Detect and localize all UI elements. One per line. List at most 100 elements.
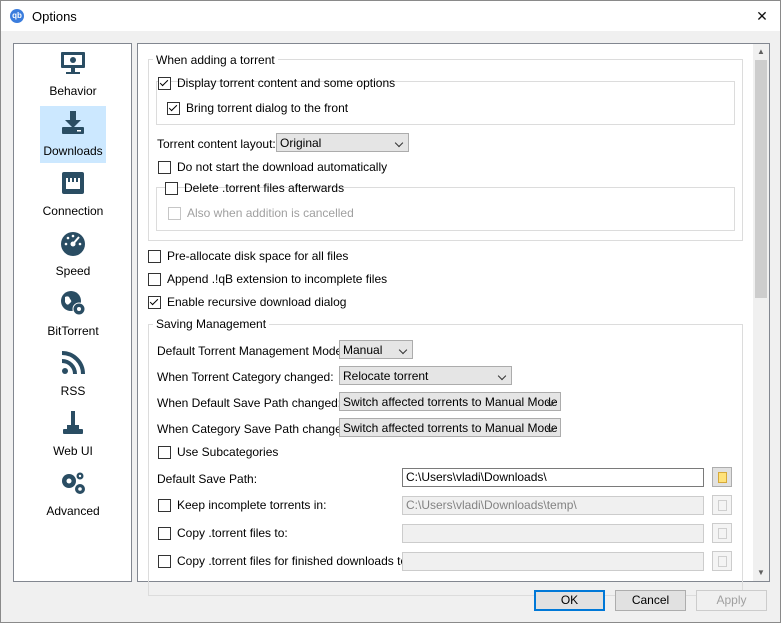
monitor-icon bbox=[61, 52, 85, 74]
group-title: When adding a torrent bbox=[153, 53, 278, 67]
close-button[interactable]: ✕ bbox=[747, 3, 777, 29]
select-value: Relocate torrent bbox=[343, 369, 429, 383]
browse-copy-finished-button bbox=[712, 551, 732, 571]
checkbox-label: Pre-allocate disk space for all files bbox=[167, 249, 349, 263]
display-content-checkbox[interactable]: Display torrent content and some options bbox=[158, 76, 395, 90]
group-title: Saving Management bbox=[153, 317, 270, 331]
browse-copy-torrent-button bbox=[712, 523, 732, 543]
sidebar-item-connection[interactable]: Connection bbox=[40, 166, 106, 223]
options-window: qb Options ✕ Behavior Downloads Connecti… bbox=[0, 0, 781, 623]
checkbox-label: Delete .torrent files afterwards bbox=[184, 181, 345, 195]
category-path-changed-select[interactable]: Switch affected torrents to Manual Mode bbox=[339, 418, 561, 437]
checkbox-box[interactable] bbox=[167, 101, 180, 115]
sidebar-item-behavior[interactable]: Behavior bbox=[40, 46, 106, 103]
sidebar-item-label: Speed bbox=[55, 264, 91, 278]
copy-torrent-checkbox[interactable]: Copy .torrent files to: bbox=[158, 526, 288, 540]
preallocate-checkbox[interactable]: Pre-allocate disk space for all files bbox=[148, 249, 348, 263]
incomplete-path-field: C:\Users\vladi\Downloads\temp\ bbox=[402, 496, 704, 515]
checkbox-label: Copy .torrent files for finished downloa… bbox=[177, 554, 411, 568]
sidebar-item-advanced[interactable]: Advanced bbox=[40, 466, 106, 523]
checkbox-label: Do not start the download automatically bbox=[177, 160, 388, 174]
checkbox-label: Append .!qB extension to incomplete file… bbox=[167, 272, 388, 286]
content-layout-select[interactable]: Original bbox=[276, 133, 409, 152]
sidebar-item-bittorrent[interactable]: BitTorrent bbox=[40, 286, 106, 343]
checkbox-box[interactable] bbox=[158, 526, 171, 540]
sidebar-item-downloads[interactable]: Downloads bbox=[40, 106, 106, 163]
qbittorrent-logo-icon: qb bbox=[10, 9, 24, 23]
chevron-down-icon bbox=[398, 345, 408, 355]
checkbox-label: Enable recursive download dialog bbox=[167, 295, 347, 309]
sidebar-item-speed[interactable]: Speed bbox=[40, 226, 106, 283]
folder-icon bbox=[718, 556, 727, 567]
checkbox-box[interactable] bbox=[148, 272, 161, 286]
keep-incomplete-checkbox[interactable]: Keep incomplete torrents in: bbox=[158, 498, 326, 512]
checkbox-label: Bring torrent dialog to the front bbox=[186, 101, 349, 115]
globe-gear-icon bbox=[61, 291, 86, 316]
sidebar-item-web-ui[interactable]: Web UI bbox=[40, 406, 106, 463]
default-save-path-field[interactable]: C:\Users\vladi\Downloads\ bbox=[402, 468, 704, 487]
category-changed-select[interactable]: Relocate torrent bbox=[339, 366, 512, 385]
recursive-download-checkbox[interactable]: Enable recursive download dialog bbox=[148, 295, 346, 309]
default-path-changed-select[interactable]: Switch affected torrents to Manual Mode bbox=[339, 392, 561, 411]
scrollbar-thumb[interactable] bbox=[755, 60, 767, 298]
chevron-down-icon bbox=[394, 138, 404, 148]
checkbox-label: Also when addition is cancelled bbox=[187, 206, 354, 220]
copy-torrent-path-field bbox=[402, 524, 704, 543]
checkbox-label: Keep incomplete torrents in: bbox=[177, 498, 327, 512]
select-value: Switch affected torrents to Manual Mode bbox=[343, 395, 558, 409]
sidebar-item-label: Behavior bbox=[49, 84, 97, 98]
select-value: Manual bbox=[343, 343, 383, 357]
sidebar-item-label: RSS bbox=[60, 384, 86, 398]
default-save-path-label: Default Save Path: bbox=[157, 472, 258, 486]
scroll-down-icon[interactable]: ▼ bbox=[753, 565, 769, 581]
folder-icon bbox=[718, 500, 727, 511]
copy-finished-checkbox[interactable]: Copy .torrent files for finished downloa… bbox=[158, 554, 410, 568]
title-bar: qb Options ✕ bbox=[1, 1, 780, 31]
apply-button: Apply bbox=[696, 590, 767, 611]
delete-torrent-checkbox[interactable]: Delete .torrent files afterwards bbox=[165, 181, 344, 195]
checkbox-box[interactable] bbox=[158, 445, 171, 459]
checkbox-label: Copy .torrent files to: bbox=[177, 526, 288, 540]
ok-button[interactable]: OK bbox=[534, 590, 605, 611]
network-port-icon bbox=[62, 172, 84, 194]
vertical-scrollbar[interactable]: ▲ ▼ bbox=[753, 44, 769, 581]
download-icon bbox=[62, 111, 84, 134]
use-subcategories-checkbox[interactable]: Use Subcategories bbox=[158, 445, 278, 459]
chevron-down-icon bbox=[497, 371, 507, 381]
default-path-changed-label: When Default Save Path changed: bbox=[157, 396, 342, 410]
browse-default-path-button[interactable] bbox=[712, 467, 732, 487]
rss-icon bbox=[61, 351, 85, 375]
sidebar-item-label: Advanced bbox=[46, 504, 100, 518]
category-path-changed-label: When Category Save Path changed: bbox=[157, 422, 352, 436]
sidebar-item-label: BitTorrent bbox=[47, 324, 99, 338]
append-extension-checkbox[interactable]: Append .!qB extension to incomplete file… bbox=[148, 272, 387, 286]
content-layout-label: Torrent content layout: bbox=[157, 137, 276, 151]
options-sidebar: Behavior Downloads Connection Speed BitT… bbox=[13, 43, 132, 582]
sidebar-item-label: Connection bbox=[42, 204, 104, 218]
management-mode-label: Default Torrent Management Mode: bbox=[157, 344, 346, 358]
checkbox-box[interactable] bbox=[148, 295, 161, 309]
dont-start-checkbox[interactable]: Do not start the download automatically bbox=[158, 160, 387, 174]
downloads-page: When adding a torrent Display torrent co… bbox=[137, 43, 770, 596]
scroll-up-icon[interactable]: ▲ bbox=[753, 44, 769, 60]
bring-front-checkbox[interactable]: Bring torrent dialog to the front bbox=[167, 101, 348, 115]
select-value: Original bbox=[280, 136, 322, 150]
checkbox-box[interactable] bbox=[148, 249, 161, 263]
window-title: Options bbox=[32, 9, 77, 24]
also-cancelled-checkbox: Also when addition is cancelled bbox=[168, 206, 354, 220]
management-mode-select[interactable]: Manual bbox=[339, 340, 413, 359]
checkbox-label: Use Subcategories bbox=[177, 445, 279, 459]
checkbox-box[interactable] bbox=[158, 498, 171, 512]
cancel-button[interactable]: Cancel bbox=[615, 590, 686, 611]
checkbox-label: Display torrent content and some options bbox=[177, 76, 396, 90]
gears-icon bbox=[62, 472, 85, 494]
folder-icon bbox=[718, 528, 727, 539]
select-value: Switch affected torrents to Manual Mode bbox=[343, 421, 558, 435]
checkbox-box[interactable] bbox=[165, 181, 178, 195]
checkbox-box[interactable] bbox=[158, 76, 171, 90]
checkbox-box[interactable] bbox=[158, 160, 171, 174]
sidebar-item-label: Web UI bbox=[53, 444, 93, 458]
sidebar-item-rss[interactable]: RSS bbox=[40, 346, 106, 403]
sidebar-item-label: Downloads bbox=[43, 144, 103, 158]
checkbox-box[interactable] bbox=[158, 554, 171, 568]
